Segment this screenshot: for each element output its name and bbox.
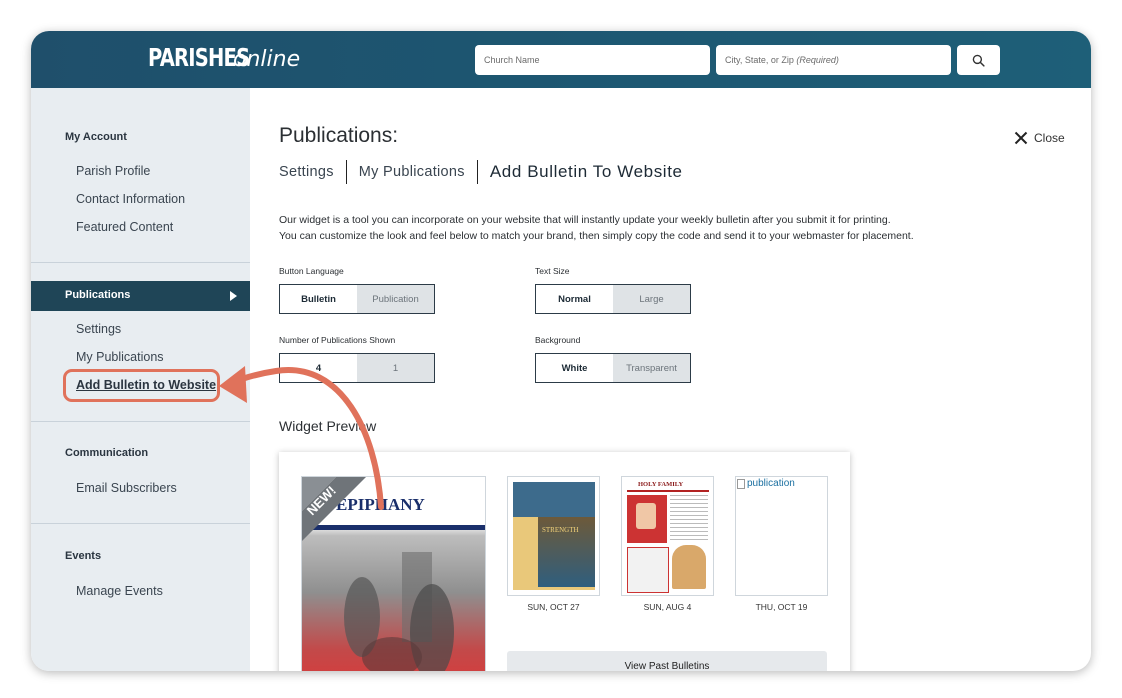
search-icon (972, 54, 985, 67)
location-input[interactable]: City, State, or Zip (Required) (716, 45, 951, 75)
tab-divider (345, 160, 347, 184)
background-toggle: White Transparent (535, 353, 691, 383)
bulletin-thumbnail[interactable]: HOLY FAMILY (621, 476, 714, 596)
page-title: Publications: (279, 124, 399, 147)
widget-description: Our widget is a tool you can incorporate… (279, 212, 914, 244)
location-placeholder: City, State, or Zip (725, 55, 794, 65)
tab-divider (476, 160, 478, 184)
tab-settings[interactable]: Settings (279, 164, 334, 180)
option-transparent[interactable]: Transparent (613, 354, 690, 382)
church-name-placeholder: Church Name (484, 55, 540, 65)
option-white[interactable]: White (535, 353, 614, 383)
sidebar-divider (31, 262, 250, 263)
view-past-bulletins-button[interactable]: View Past Bulletins (507, 651, 827, 671)
option-large[interactable]: Large (613, 285, 690, 313)
sidebar-divider (31, 421, 250, 422)
sidebar-item-contact-information[interactable]: Contact Information (76, 192, 185, 206)
location-required-note: (Required) (796, 55, 839, 65)
option-1[interactable]: 1 (357, 354, 434, 382)
tab-my-publications[interactable]: My Publications (359, 164, 465, 180)
option-publication[interactable]: Publication (357, 285, 434, 313)
thumbnail-caption: STRENGTH (542, 526, 579, 534)
bulletin-thumbnail[interactable]: STRENGTH (507, 476, 600, 596)
bulletin-date: SUN, OCT 27 (527, 602, 580, 612)
sidebar-heading-communication: Communication (65, 447, 149, 459)
thumbnail-art (636, 503, 656, 529)
sidebar-item-manage-events[interactable]: Manage Events (76, 584, 163, 598)
text-size-toggle: Normal Large (535, 284, 691, 314)
bulletin-date: THU, OCT 19 (755, 602, 808, 612)
thumbnail-art (670, 495, 708, 543)
sidebar-item-publications[interactable]: Publications (31, 281, 250, 311)
bulletin-date: SUN, AUG 4 (643, 602, 692, 612)
button-language-label: Button Language (279, 266, 344, 276)
number-of-publications-label: Number of Publications Shown (279, 335, 396, 345)
search-button[interactable] (957, 45, 1000, 75)
number-of-publications-toggle: 4 1 (279, 353, 435, 383)
sidebar-divider (31, 523, 250, 524)
option-normal[interactable]: Normal (535, 284, 614, 314)
tab-add-bulletin-to-website[interactable]: Add Bulletin To Website (490, 162, 683, 182)
app-window: PARISHES online Church Name City, State,… (31, 31, 1091, 671)
sidebar-item-featured-content[interactable]: Featured Content (76, 220, 173, 234)
cover-illustration (344, 552, 454, 671)
image-alt-text: publication (747, 478, 795, 489)
option-bulletin[interactable]: Bulletin (279, 284, 358, 314)
sidebar-item-email-subscribers[interactable]: Email Subscribers (76, 481, 177, 495)
thumbnail-art (672, 545, 706, 589)
thumbnail-art (627, 490, 709, 492)
sidebar-item-parish-profile[interactable]: Parish Profile (76, 164, 150, 178)
sidebar-heading-my-account: My Account (65, 131, 127, 143)
sidebar-item-my-publications[interactable]: My Publications (76, 350, 164, 364)
sidebar-heading-events: Events (65, 550, 102, 562)
widget-preview-card: EPIPHANY NEW! STRENGTH SUN, OCT 27 HOLY … (279, 452, 850, 671)
option-4[interactable]: 4 (279, 353, 358, 383)
sidebar-publications-label: Publications (65, 289, 131, 301)
background-label: Background (535, 335, 581, 345)
close-button[interactable]: Close (1014, 131, 1065, 145)
broken-image: publication (737, 478, 795, 489)
button-language-toggle: Bulletin Publication (279, 284, 435, 314)
close-label: Close (1034, 131, 1065, 145)
sidebar-item-settings[interactable]: Settings (76, 322, 121, 336)
highlight-outline (63, 369, 220, 402)
church-name-input[interactable]: Church Name (475, 45, 710, 75)
close-icon (1014, 131, 1028, 145)
logo-word-parishes: PARISHES (148, 43, 250, 72)
broken-image-icon (737, 478, 745, 489)
description-line: Our widget is a tool you can incorporate… (279, 214, 891, 226)
description-line: You can customize the look and feel belo… (279, 230, 914, 242)
thumbnail-art (627, 547, 669, 593)
chevron-right-icon (230, 291, 237, 301)
text-size-label: Text Size (535, 266, 570, 276)
featured-bulletin-cover[interactable]: EPIPHANY NEW! (301, 476, 486, 671)
thumbnail-caption: HOLY FAMILY (638, 481, 684, 488)
widget-preview-title: Widget Preview (279, 418, 377, 434)
top-header: PARISHES online Church Name City, State,… (31, 31, 1091, 88)
thumbnail-art (513, 482, 595, 517)
bulletin-thumbnail[interactable]: publication (735, 476, 828, 596)
publications-tabs: Settings My Publications Add Bulletin To… (279, 160, 683, 184)
main-content: Publications: Close Settings My Publicat… (250, 88, 1091, 671)
parishes-online-logo[interactable]: PARISHES online (148, 43, 300, 72)
